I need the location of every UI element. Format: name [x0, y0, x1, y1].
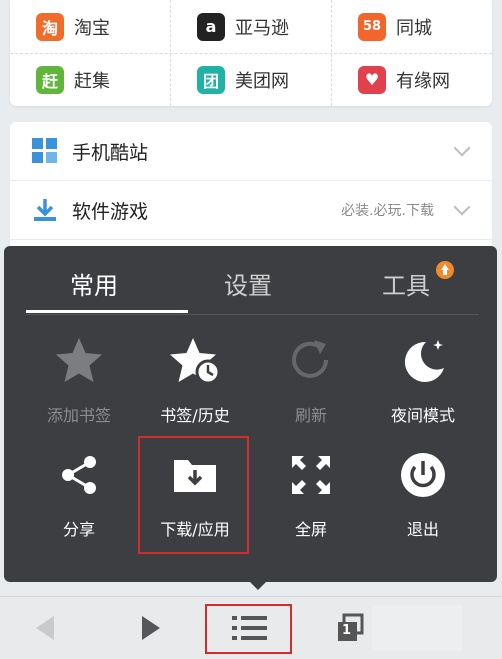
quick-link-taobao[interactable]: 淘 淘宝	[10, 0, 170, 53]
quick-link-label: 淘宝	[74, 17, 110, 39]
moon-icon	[404, 340, 444, 382]
category-label: 软件游戏	[72, 200, 149, 223]
refresh-icon	[292, 340, 328, 378]
fullscreen-icon	[292, 456, 330, 494]
tab-common[interactable]: 常用	[70, 266, 118, 301]
ganji-icon: 赶	[36, 65, 64, 94]
chevron-down-icon	[453, 139, 471, 157]
chevron-down-icon	[453, 198, 471, 216]
menu-item-label: 书签/历史	[160, 406, 230, 425]
menu-item-label: 退出	[406, 520, 439, 539]
quick-link-tongcheng[interactable]: 58 同城	[332, 0, 492, 53]
category-row-mobile-sites[interactable]: 手机酷站	[10, 122, 492, 180]
highlight-box	[205, 604, 292, 654]
quick-link-meituan[interactable]: 团 美团网	[171, 53, 331, 106]
quick-link-label: 赶集	[74, 70, 110, 92]
quick-link-label: 有缘网	[396, 70, 450, 92]
windows-button[interactable]: 1	[336, 613, 366, 643]
category-row-software-games[interactable]: 软件游戏 必装.必玩.下载	[10, 181, 492, 239]
menu-item-label: 分享	[62, 520, 95, 539]
menu-item-label: 刷新	[294, 406, 327, 425]
category-label: 手机酷站	[72, 141, 149, 164]
taobao-icon: 淘	[36, 12, 64, 41]
tab-settings[interactable]: 设置	[224, 266, 272, 301]
menu-pointer	[248, 580, 268, 590]
grid-tiles-icon	[32, 138, 57, 163]
menu-item-share[interactable]: 分享	[20, 448, 138, 558]
meituan-icon: 团	[197, 65, 225, 94]
tab-divider	[26, 314, 479, 315]
category-hint: 必装.必玩.下载	[341, 203, 434, 219]
update-badge-icon	[436, 261, 454, 279]
quick-links-card: 淘 淘宝 a 亚马逊 58 同城 赶 赶集 团 美团网 ♥ 有缘网	[10, 0, 492, 106]
quick-link-amazon[interactable]: a 亚马逊	[171, 0, 331, 53]
menu-item-add-bookmark[interactable]: 添加书签	[20, 334, 138, 444]
menu-item-bookmarks-history[interactable]: 书签/历史	[136, 334, 254, 444]
tab-tools[interactable]: 工具	[382, 266, 430, 301]
star-clock-icon	[170, 338, 221, 385]
menu-item-refresh[interactable]: 刷新	[252, 334, 370, 444]
menu-item-exit[interactable]: 退出	[364, 448, 482, 558]
window-count: 1	[342, 623, 352, 638]
tongcheng-icon: 58	[358, 12, 386, 41]
quick-link-label: 同城	[396, 17, 432, 39]
share-icon	[62, 456, 96, 494]
star-add-icon	[56, 338, 102, 382]
youyuan-icon: ♥	[358, 65, 386, 94]
amazon-icon: a	[197, 12, 225, 41]
menu-item-label: 夜间模式	[390, 406, 455, 425]
menu-item-label: 添加书签	[46, 406, 111, 425]
quick-link-ganji[interactable]: 赶 赶集	[10, 53, 170, 106]
power-icon	[401, 453, 445, 497]
active-tab-indicator	[26, 310, 188, 313]
quick-link-youyuan[interactable]: ♥ 有缘网	[332, 53, 492, 106]
menu-item-night-mode[interactable]: 夜间模式	[364, 334, 482, 444]
menu-tabs: 常用 设置 工具	[4, 246, 497, 322]
highlight-box	[138, 436, 249, 554]
download-arrow-icon	[34, 199, 56, 221]
browser-menu-popup: 常用 设置 工具 添加书签 书签/历史 刷新 夜间模式 分享 下载/应用 全屏 …	[4, 246, 497, 582]
menu-item-fullscreen[interactable]: 全屏	[252, 448, 370, 558]
quick-link-label: 美团网	[235, 70, 289, 92]
menu-item-label: 全屏	[294, 520, 327, 539]
back-arrow-icon[interactable]	[32, 613, 58, 643]
blurred-area	[372, 605, 462, 651]
quick-link-label: 亚马逊	[235, 17, 289, 39]
forward-arrow-icon[interactable]	[138, 613, 164, 643]
